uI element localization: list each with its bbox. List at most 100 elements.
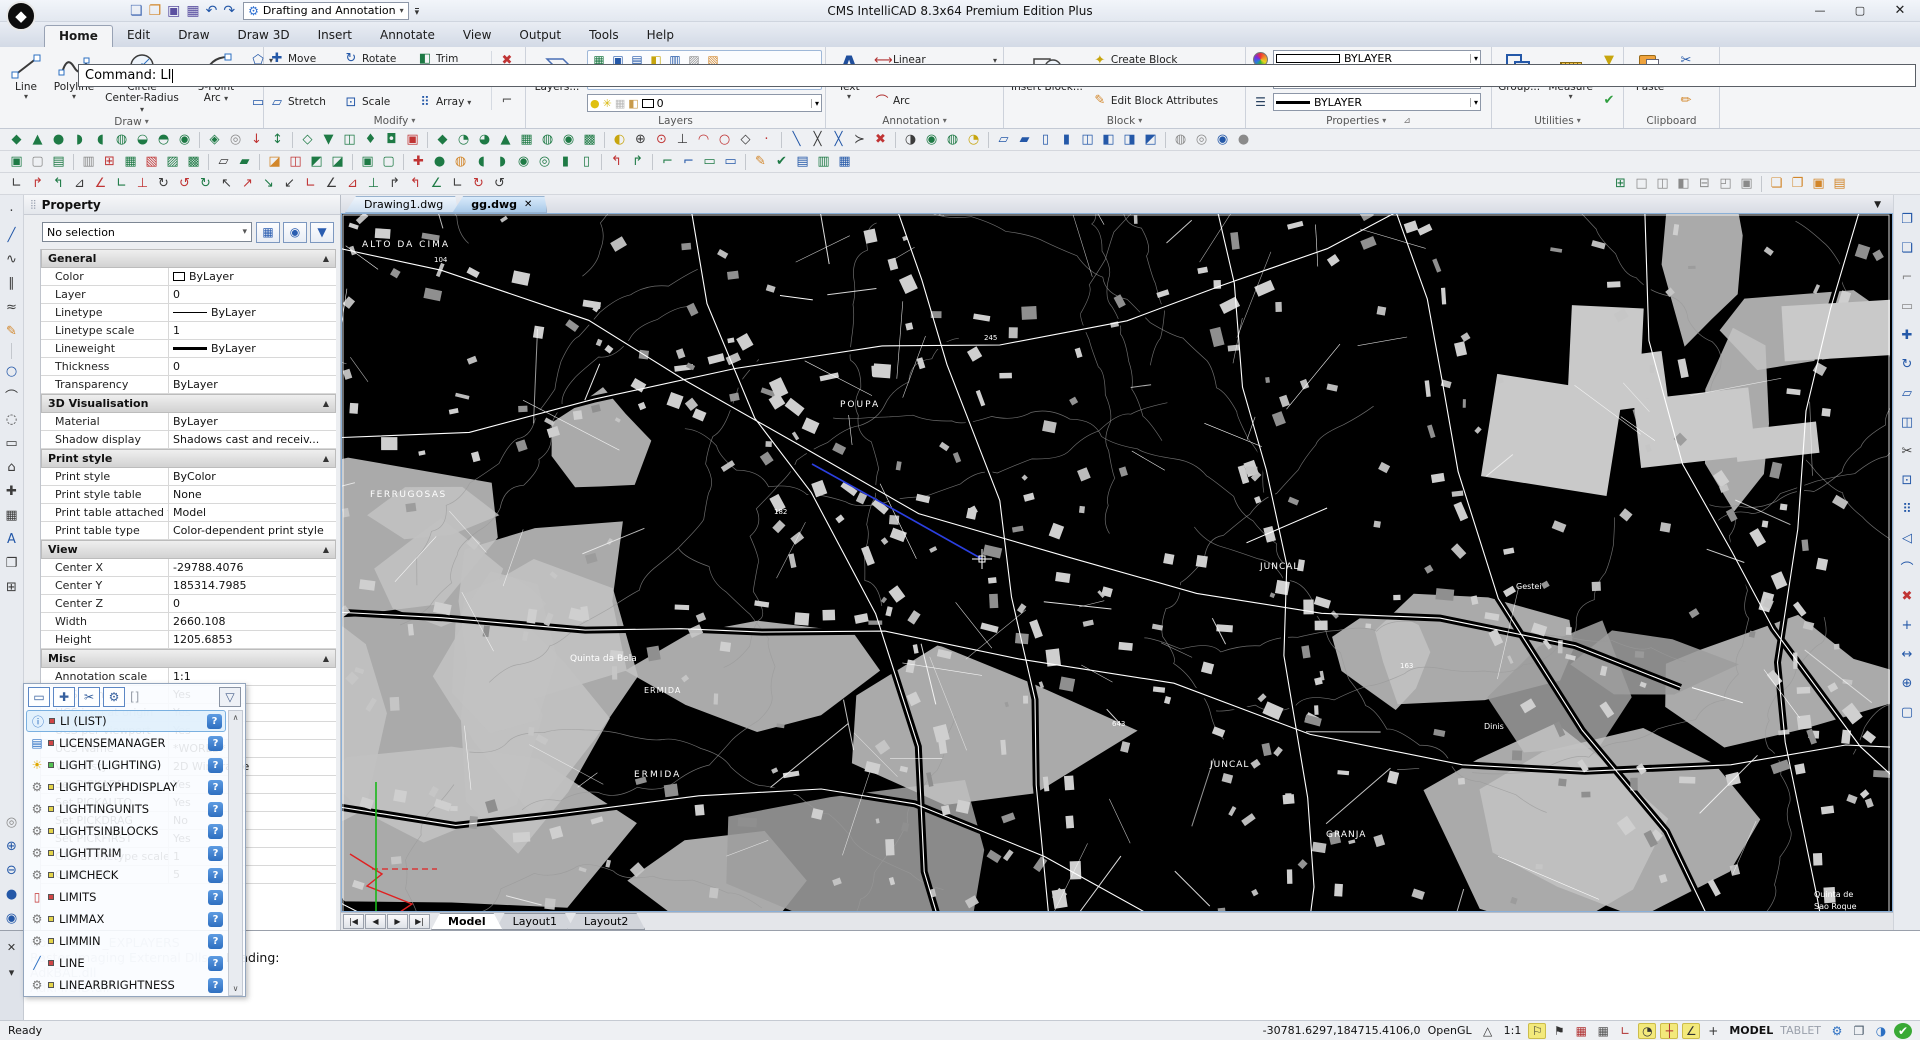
- app-logo-icon[interactable]: ◆: [6, 1, 36, 31]
- lineweight-combo[interactable]: BYLAYER▾: [1273, 93, 1481, 111]
- scroll-down-icon[interactable]: ∨: [233, 984, 239, 993]
- scroll-up-icon[interactable]: ∧: [233, 713, 239, 722]
- toolbar-icon[interactable]: ◰: [1715, 174, 1736, 194]
- toolbar-icon[interactable]: ↻: [468, 174, 489, 194]
- new-file-icon[interactable]: ❏: [130, 2, 143, 20]
- toolbar-icon[interactable]: ▨: [162, 152, 183, 172]
- toolbar-icon[interactable]: ▱: [1896, 379, 1918, 408]
- grid-icon[interactable]: ▦: [1594, 1023, 1612, 1039]
- toolbar-icon[interactable]: ◉: [921, 130, 942, 150]
- collapse-icon[interactable]: ▲: [323, 399, 329, 408]
- toolbar-icon[interactable]: ▱: [993, 130, 1014, 150]
- toolbar-icon[interactable]: □: [1631, 174, 1652, 194]
- property-value[interactable]: Model: [169, 504, 336, 521]
- window-filter-icon[interactable]: ▭: [28, 687, 50, 707]
- select-new-icon[interactable]: ▦: [256, 222, 280, 243]
- toolbar-icon[interactable]: ⌂: [1, 455, 23, 479]
- popup-item-lightsinblocks[interactable]: ⚙LIGHTSINBLOCKS?: [26, 820, 226, 842]
- filter-icon[interactable]: ▼: [310, 222, 334, 243]
- toolbar-icon[interactable]: ∠: [321, 174, 342, 194]
- property-value[interactable]: ByLayer: [169, 413, 336, 430]
- toolbar-icon[interactable]: ⌒: [1896, 553, 1918, 582]
- help-icon[interactable]: ?: [208, 736, 223, 751]
- toolbar-icon[interactable]: ∟: [6, 174, 27, 194]
- menu-tab-output[interactable]: Output: [505, 25, 575, 47]
- toolbar-icon[interactable]: ◉: [1212, 130, 1233, 150]
- toolbar-icon[interactable]: ◉: [513, 152, 534, 172]
- popup-item-li[interactable]: ⓘLI (LIST)?: [26, 710, 226, 732]
- toolbar-icon[interactable]: ◘: [381, 130, 402, 150]
- toolbar-icon[interactable]: ◩: [306, 152, 327, 172]
- help-icon[interactable]: ?: [208, 780, 223, 795]
- dialog-launcher-icon[interactable]: ⊿: [1403, 116, 1411, 126]
- toolbar-icon[interactable]: ▣: [402, 130, 423, 150]
- toolbar-icon[interactable]: ◇: [735, 130, 756, 150]
- entity-snap-icon[interactable]: ┼: [1660, 1023, 1678, 1039]
- toolbar-icon[interactable]: ◪: [327, 152, 348, 172]
- toolbar-icon[interactable]: ◐: [609, 130, 630, 150]
- drawing-canvas[interactable]: ALTO DA CIMA104POUPAFERRUGOSAS182245Quin…: [341, 213, 1893, 912]
- toolbar-icon[interactable]: ▤: [48, 152, 69, 172]
- toolbar-icon[interactable]: A: [1, 527, 23, 551]
- help-icon[interactable]: ?: [208, 824, 223, 839]
- toolbar-icon[interactable]: ◪: [264, 152, 285, 172]
- maximize-button[interactable]: ▢: [1840, 0, 1880, 21]
- toolbar-icon[interactable]: ∟: [111, 174, 132, 194]
- toolbar-icon[interactable]: ↰: [606, 152, 627, 172]
- undo-icon[interactable]: ↶: [206, 2, 218, 20]
- toolbar-icon[interactable]: ▭: [1, 431, 23, 455]
- property-value[interactable]: ByLayer: [169, 304, 336, 321]
- toolbar-icon[interactable]: ∥: [1, 271, 23, 295]
- property-row[interactable]: MaterialByLayer: [41, 413, 336, 431]
- help-icon[interactable]: ?: [207, 714, 222, 729]
- toolbar-icon[interactable]: ⊖: [1, 858, 23, 882]
- toolbar-icon[interactable]: ▯: [576, 152, 597, 172]
- toolbar-icon[interactable]: ≈: [1, 295, 23, 319]
- command-filter-icon[interactable]: ▽: [219, 687, 241, 707]
- annotation-scale-value[interactable]: 1:1: [1504, 1024, 1522, 1037]
- property-value[interactable]: ByColor: [169, 468, 336, 485]
- toolbar-icon[interactable]: ╱: [1, 223, 23, 247]
- toolbar-icon[interactable]: ⊕: [1896, 669, 1918, 698]
- toolbar-icon[interactable]: ✖: [1896, 582, 1918, 611]
- auto-annotation-icon[interactable]: ⚑: [1550, 1023, 1568, 1039]
- property-row[interactable]: Linetype scale1: [41, 322, 336, 340]
- toolbar-icon[interactable]: ↺: [489, 174, 510, 194]
- toolbar-icon[interactable]: ✚: [408, 152, 429, 172]
- toolbar-icon[interactable]: ◇: [297, 130, 318, 150]
- property-value[interactable]: None: [169, 486, 336, 503]
- redo-icon[interactable]: ↷: [223, 2, 235, 20]
- toolbar-icon[interactable]: ▲: [495, 130, 516, 150]
- toolbar-icon[interactable]: ▮: [1056, 130, 1077, 150]
- audit-button[interactable]: ✔: [1599, 91, 1619, 111]
- settings-gear-icon[interactable]: ⚙: [1828, 1023, 1846, 1039]
- toolbar-icon[interactable]: ◑: [900, 130, 921, 150]
- popup-item-light[interactable]: ☀LIGHT (LIGHTING)?: [26, 754, 226, 776]
- toolbar-icon[interactable]: ▮: [555, 152, 576, 172]
- property-panel-header[interactable]: ⣿ Property: [24, 195, 340, 215]
- minimize-button[interactable]: —: [1800, 0, 1840, 21]
- toolbar-icon[interactable]: ✎: [750, 152, 771, 172]
- toolbar-icon[interactable]: ◫: [1896, 408, 1918, 437]
- toolbar-icon[interactable]: ↱: [27, 174, 48, 194]
- panel-label-draw[interactable]: Draw▾: [3, 115, 260, 128]
- layout-nav-button[interactable]: ▶|: [409, 914, 430, 929]
- save-icon[interactable]: ▣: [167, 2, 180, 20]
- layer-on-icon[interactable]: ●: [590, 97, 600, 110]
- layout-nav-button[interactable]: ◀: [365, 914, 386, 929]
- join-button[interactable]: ⌐: [497, 91, 517, 111]
- workspace-dropdown[interactable]: ⚙ Drafting and Annotation ▾: [243, 2, 409, 20]
- toolbar-icon[interactable]: ◧: [1673, 174, 1694, 194]
- toolbar-icon[interactable]: ·: [756, 130, 777, 150]
- toolbar-icon[interactable]: ▦: [120, 152, 141, 172]
- property-section-misc[interactable]: Misc▲: [41, 649, 336, 668]
- help-icon[interactable]: ?: [208, 758, 223, 773]
- toolbar-icon[interactable]: ·: [1, 199, 23, 223]
- property-section-general[interactable]: General▲: [41, 249, 336, 268]
- toolbar-icon[interactable]: ↱: [627, 152, 648, 172]
- toolbar-icon[interactable]: ⊿: [69, 174, 90, 194]
- property-value[interactable]: 1: [169, 322, 336, 339]
- popup-item-limcheck[interactable]: ⚙LIMCHECK?: [26, 864, 226, 886]
- toolbar-icon[interactable]: ▼: [318, 130, 339, 150]
- lineweight-icon[interactable]: +: [1704, 1023, 1722, 1039]
